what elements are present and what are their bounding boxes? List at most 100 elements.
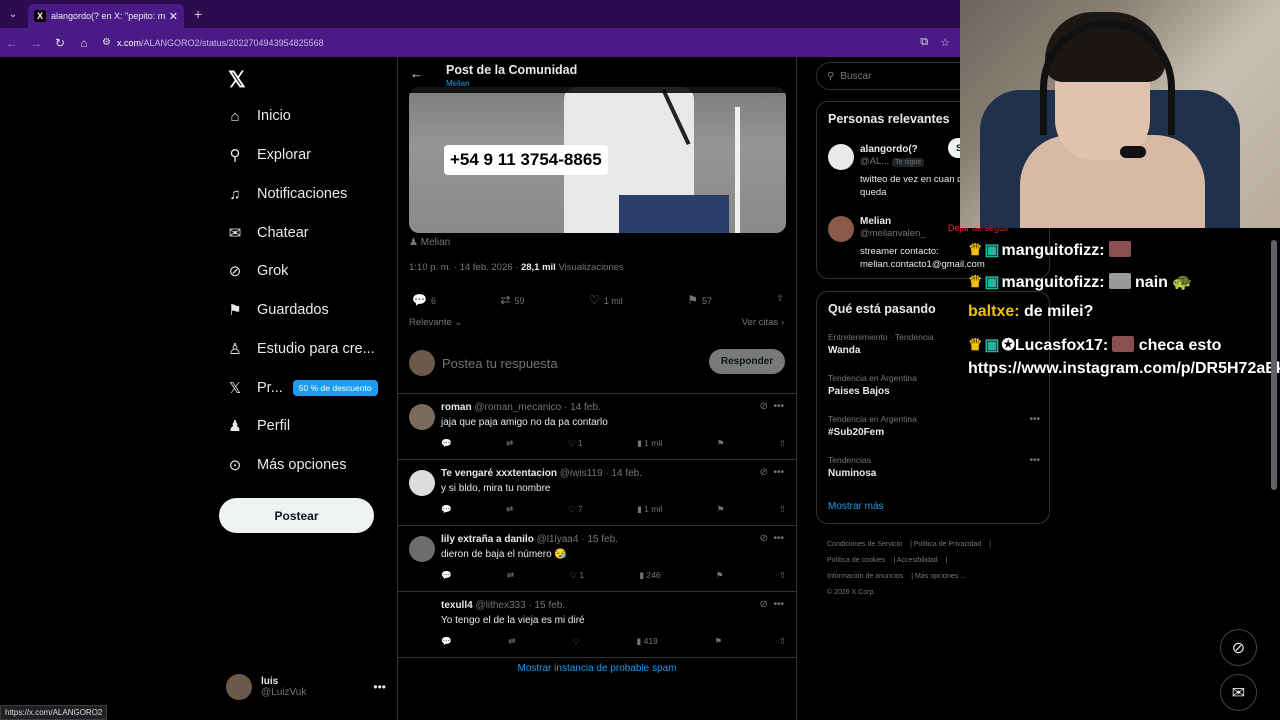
reply-button[interactable]: Responder: [709, 349, 785, 374]
like-action[interactable]: ♡ 1: [569, 570, 584, 581]
reply-action[interactable]: 💬 6: [412, 293, 436, 307]
share-icon[interactable]: ⇧: [779, 504, 786, 515]
nav-estudio[interactable]: ♙ Estudio para cre...: [226, 334, 374, 364]
bookmark-icon[interactable]: ⚑: [715, 636, 723, 647]
reply-icon[interactable]: 💬: [441, 504, 452, 515]
nav-chatear[interactable]: ✉ Chatear: [226, 218, 309, 248]
views-action[interactable]: ▮ 419: [637, 636, 658, 647]
more-dots-icon[interactable]: •••: [373, 680, 386, 694]
avatar[interactable]: [828, 144, 854, 170]
nav-grok[interactable]: ⊘ Grok: [226, 256, 289, 286]
tab-list-dropdown-icon[interactable]: ⌄: [0, 0, 26, 28]
reply-icon[interactable]: 💬: [441, 636, 452, 647]
back-icon[interactable]: ←: [0, 36, 24, 50]
grok-fab-icon[interactable]: ⊘: [1220, 629, 1257, 666]
reply-input[interactable]: Postea tu respuesta: [442, 356, 558, 371]
nav-perfil[interactable]: ♟ Perfil: [226, 411, 290, 441]
x-logo-icon[interactable]: 𝕏: [228, 67, 246, 93]
more-dots-icon[interactable]: •••: [1029, 414, 1040, 425]
like-action[interactable]: ♡ 1: [568, 438, 583, 449]
trend-item[interactable]: Tendencias Numinosa •••: [828, 455, 1040, 479]
share-icon[interactable]: ⇧: [779, 636, 786, 647]
install-app-icon[interactable]: ⧉: [920, 36, 928, 49]
avatar[interactable]: [409, 602, 435, 628]
grok-icon[interactable]: ⊘: [760, 599, 768, 610]
avatar[interactable]: [409, 470, 435, 496]
views-action[interactable]: ▮ 246: [639, 570, 660, 581]
show-more-link[interactable]: Mostrar más: [828, 501, 884, 512]
footer-link[interactable]: Condiciones de Servicio: [827, 541, 902, 548]
share-icon[interactable]: ⇧: [779, 438, 786, 449]
reply-author[interactable]: Te vengaré xxxtentacion: [441, 468, 557, 479]
share-icon[interactable]: ⇧: [776, 293, 784, 307]
footer-link[interactable]: Accesibilidad: [897, 557, 938, 564]
more-dots-icon[interactable]: •••: [773, 401, 784, 412]
site-info-icon[interactable]: ⚙: [102, 37, 111, 48]
reply-author[interactable]: roman: [441, 402, 472, 413]
bookmark-star-icon[interactable]: ☆: [940, 36, 950, 49]
reload-icon[interactable]: ↻: [48, 36, 72, 50]
reply-item[interactable]: lily extraña a danilo @l1lyaa4 · 15 feb.…: [398, 526, 796, 592]
views-action[interactable]: ▮ 1 mil: [637, 438, 662, 449]
share-icon[interactable]: ⇧: [779, 570, 786, 581]
messages-fab-icon[interactable]: ✉: [1220, 674, 1257, 711]
grok-icon[interactable]: ⊘: [760, 533, 768, 544]
avatar[interactable]: [828, 216, 854, 242]
reply-item[interactable]: roman @roman_mecanico · 14 feb. ⊘ ••• ja…: [398, 394, 796, 460]
grok-icon[interactable]: ⊘: [760, 467, 768, 478]
person-name[interactable]: Melian: [860, 216, 891, 227]
page-scrollbar[interactable]: [1271, 240, 1277, 490]
more-dots-icon[interactable]: •••: [773, 599, 784, 610]
footer-link[interactable]: Más opciones ...: [915, 573, 966, 580]
footer-link[interactable]: Información de anuncios: [827, 573, 903, 580]
repost-icon[interactable]: ⇄: [506, 438, 513, 449]
reply-item[interactable]: Te vengaré xxxtentacion @iwis119 · 14 fe…: [398, 460, 796, 526]
reply-author[interactable]: lily extraña a danilo: [441, 534, 534, 545]
bookmark-icon[interactable]: ⚑: [717, 504, 725, 515]
new-tab-icon[interactable]: +: [194, 6, 202, 22]
like-action[interactable]: ♡ 7: [568, 504, 583, 515]
nav-notificaciones[interactable]: ♫ Notificaciones: [226, 179, 347, 209]
show-spam-link[interactable]: Mostrar instancia de probable spam: [398, 663, 796, 674]
back-arrow-icon[interactable]: ←: [410, 66, 423, 81]
sort-dropdown[interactable]: Relevante ⌄: [409, 317, 462, 328]
bookmark-action[interactable]: ⚑ 57: [687, 293, 712, 307]
repost-icon[interactable]: ⇄: [508, 636, 515, 647]
nav-inicio[interactable]: ⌂ Inicio: [226, 101, 290, 131]
tab-close-icon[interactable]: ✕: [169, 10, 178, 23]
url-field[interactable]: ⚙ x.com/ALANGORO2/status/202270494395482…: [102, 37, 920, 48]
bookmark-icon[interactable]: ⚑: [716, 570, 724, 581]
repost-icon[interactable]: ⇄: [507, 570, 514, 581]
home-browser-icon[interactable]: ⌂: [72, 36, 96, 50]
forward-icon[interactable]: →: [24, 36, 48, 50]
nav-mas-opciones[interactable]: ⊙ Más opciones: [226, 450, 347, 480]
like-action[interactable]: ♡ 1 mil: [589, 293, 623, 307]
more-dots-icon[interactable]: •••: [1029, 455, 1040, 466]
nav-explorar[interactable]: ⚲ Explorar: [226, 140, 312, 170]
footer-link[interactable]: Política de cookies: [827, 557, 885, 564]
more-dots-icon[interactable]: •••: [773, 467, 784, 478]
views-action[interactable]: ▮ 1 mil: [637, 504, 662, 515]
person-name[interactable]: alangordo(?: [860, 144, 918, 155]
avatar[interactable]: [409, 404, 435, 430]
browser-tab[interactable]: X alangordo(? en X: "pepito: man ✕: [28, 4, 184, 28]
reply-author[interactable]: texull4: [441, 600, 473, 611]
reply-icon[interactable]: 💬: [441, 570, 452, 581]
repost-icon[interactable]: ⇄: [506, 504, 513, 515]
trend-item[interactable]: Tendencia en Argentina #Sub20Fem •••: [828, 414, 1040, 438]
community-name[interactable]: Melian: [446, 79, 470, 88]
more-dots-icon[interactable]: •••: [773, 533, 784, 544]
repost-action[interactable]: ⇄ 59: [500, 293, 524, 307]
reply-item[interactable]: texull4 @lithex333 · 15 feb. ⊘ ••• Yo te…: [398, 592, 796, 658]
like-action[interactable]: ♡: [572, 636, 580, 647]
nav-guardados[interactable]: ⚑ Guardados: [226, 295, 328, 325]
footer-link[interactable]: Política de Privacidad: [914, 541, 981, 548]
nav-premium[interactable]: 𝕏 Pr... 50 % de descuento: [226, 373, 378, 403]
view-quotes-link[interactable]: Ver citas ›: [742, 317, 784, 328]
post-image[interactable]: +54 9 11 3754-8865: [409, 87, 786, 233]
bookmark-icon[interactable]: ⚑: [717, 438, 725, 449]
community-tag[interactable]: ♟ Melian: [409, 237, 450, 248]
reply-icon[interactable]: 💬: [441, 438, 452, 449]
post-button[interactable]: Postear: [219, 498, 374, 533]
avatar[interactable]: [409, 536, 435, 562]
